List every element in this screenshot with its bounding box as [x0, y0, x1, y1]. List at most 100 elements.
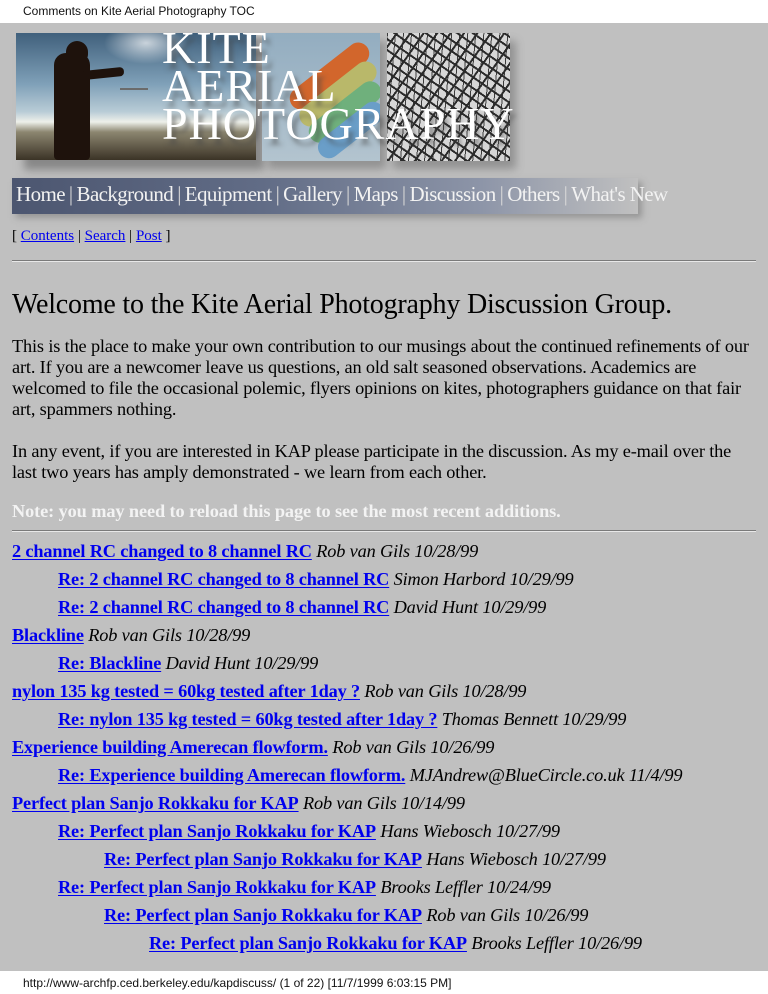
- thread-meta: Hans Wiebosch 10/27/99: [380, 821, 560, 841]
- nav-maps[interactable]: Maps: [354, 182, 399, 206]
- page-heading: Welcome to the Kite Aerial Photography D…: [12, 289, 672, 320]
- thread-author: Simon Harbord: [393, 569, 506, 589]
- thread-author: Rob van Gils: [364, 681, 459, 701]
- intro-paragraph: In any event, if you are interested in K…: [12, 441, 732, 482]
- nav-separator: |: [401, 182, 406, 206]
- thread-title-link[interactable]: Re: Blackline: [58, 653, 161, 673]
- thread-author: Rob van Gils: [302, 793, 397, 813]
- thread-title-link[interactable]: 2 channel RC changed to 8 channel RC: [12, 541, 312, 561]
- thread-meta: David Hunt 10/29/99: [166, 653, 319, 673]
- nav-background[interactable]: Background: [77, 182, 174, 206]
- thread-author: Rob van Gils: [332, 737, 426, 757]
- thread-reply: Re: Perfect plan Sanjo Rokkaku for KAP H…: [12, 820, 756, 848]
- thread-reply: Re: Experience building Amerecan flowfor…: [12, 764, 756, 792]
- thread-title-link[interactable]: nylon 135 kg tested = 60kg tested after …: [12, 681, 360, 701]
- thread-reply: Re: nylon 135 kg tested = 60kg tested af…: [12, 708, 756, 736]
- thread-title-link[interactable]: Experience building Amerecan flowform.: [12, 737, 328, 757]
- thread-author: Thomas Bennett: [441, 709, 558, 729]
- thread-date: 11/4/99: [628, 765, 683, 785]
- silhouette-rod: [120, 88, 148, 90]
- search-link[interactable]: Search: [85, 228, 126, 244]
- print-footer: http://www-archfp.ced.berkeley.edu/kapdi…: [0, 971, 768, 994]
- thread-title-link[interactable]: Perfect plan Sanjo Rokkaku for KAP: [12, 793, 299, 813]
- thread-author: David Hunt: [165, 653, 250, 673]
- thread-reply: Re: Perfect plan Sanjo Rokkaku for KAP H…: [12, 848, 756, 876]
- thread-date: 10/28/99: [414, 541, 479, 561]
- thread-meta: Rob van Gils 10/14/99: [303, 793, 465, 813]
- intro-paragraph: This is the place to make your own contr…: [12, 336, 749, 419]
- thread-meta: Rob van Gils 10/28/99: [316, 541, 478, 561]
- thread-author: Rob van Gils: [426, 905, 521, 925]
- thread-date: 10/26/99: [430, 737, 495, 757]
- link-separator: |: [77, 228, 81, 244]
- thread-topic: nylon 135 kg tested = 60kg tested after …: [12, 680, 756, 708]
- nav-separator: |: [68, 182, 73, 206]
- thread-date: 10/29/99: [482, 597, 547, 617]
- thread-date: 10/26/99: [524, 905, 589, 925]
- thread-title-link[interactable]: Re: Perfect plan Sanjo Rokkaku for KAP: [104, 849, 422, 869]
- nav-discussion[interactable]: Discussion: [409, 182, 496, 206]
- site-nav: Home | Background | Equipment | Gallery | Maps | D…: [12, 178, 668, 214]
- thread-title-link[interactable]: Re: Experience building Amerecan flowfor…: [58, 765, 405, 785]
- nav-equipment[interactable]: Equipment: [185, 182, 272, 206]
- nav-separator: |: [177, 182, 181, 206]
- thread-date: 10/26/99: [578, 933, 642, 953]
- thread-topic: Perfect plan Sanjo Rokkaku for KAP Rob v…: [12, 792, 756, 820]
- thread-author: Hans Wiebosch: [426, 849, 538, 869]
- thread-date: 10/24/99: [487, 877, 551, 897]
- page: KITE AERIAL PHOTOGRAPHY Home | Background |…: [0, 23, 768, 971]
- thread-reply: Re: Perfect plan Sanjo Rokkaku for KAP B…: [12, 876, 756, 904]
- thread-reply: Re: Perfect plan Sanjo Rokkaku for KAP R…: [12, 904, 756, 932]
- nav-whats-new[interactable]: What's New: [571, 182, 668, 206]
- thread-title-link[interactable]: Re: 2 channel RC changed to 8 channel RC: [58, 597, 389, 617]
- nav-separator: |: [499, 182, 504, 206]
- thread-date: 10/28/99: [462, 681, 527, 701]
- thread-meta: Rob van Gils 10/28/99: [364, 681, 526, 701]
- thread-meta: Simon Harbord 10/29/99: [394, 569, 574, 589]
- thread-meta: Rob van Gils 10/26/99: [426, 905, 588, 925]
- thread-list: 2 channel RC changed to 8 channel RC Rob…: [12, 540, 756, 960]
- thread-title-link[interactable]: Re: Perfect plan Sanjo Rokkaku for KAP: [58, 877, 376, 897]
- thread-author: Rob van Gils: [88, 625, 182, 645]
- thread-meta: Brooks Leffler 10/24/99: [380, 877, 551, 897]
- thread-date: 10/29/99: [254, 653, 319, 673]
- thread-date: 10/27/99: [496, 821, 560, 841]
- divider: [12, 260, 756, 262]
- thread-meta: MJAndrew@BlueCircle.co.uk 11/4/99: [410, 765, 683, 785]
- reload-note: Note: you may need to reload this page t…: [12, 501, 561, 521]
- post-link[interactable]: Post: [136, 228, 162, 244]
- nav-separator: |: [345, 182, 350, 206]
- thread-title-link[interactable]: Re: Perfect plan Sanjo Rokkaku for KAP: [58, 821, 376, 841]
- thread-title-link[interactable]: Blackline: [12, 625, 84, 645]
- thread-reply: Re: 2 channel RC changed to 8 channel RC…: [12, 568, 756, 596]
- thread-title-link[interactable]: Re: Perfect plan Sanjo Rokkaku for KAP: [149, 933, 467, 953]
- silhouette-body: [54, 53, 90, 160]
- thread-date: 10/27/99: [542, 849, 606, 869]
- nav-others[interactable]: Others: [507, 182, 560, 206]
- nav-gallery[interactable]: Gallery: [283, 182, 342, 206]
- thread-title-link[interactable]: Re: 2 channel RC changed to 8 channel RC: [58, 569, 389, 589]
- thread-author: Hans Wiebosch: [380, 821, 492, 841]
- divider: [12, 530, 756, 532]
- bracket-close: ]: [165, 228, 171, 244]
- thread-title-link[interactable]: Re: nylon 135 kg tested = 60kg tested af…: [58, 709, 438, 729]
- thread-date: 10/14/99: [401, 793, 465, 813]
- thread-title-link[interactable]: Re: Perfect plan Sanjo Rokkaku for KAP: [104, 905, 422, 925]
- nav-home[interactable]: Home: [16, 182, 66, 206]
- contents-link[interactable]: Contents: [21, 228, 74, 244]
- thread-reply: Re: 2 channel RC changed to 8 channel RC…: [12, 596, 756, 624]
- thread-reply: Re: Perfect plan Sanjo Rokkaku for KAP B…: [12, 932, 756, 960]
- thread-date: 10/29/99: [562, 709, 627, 729]
- nav-separator: |: [275, 182, 280, 206]
- thread-topic: Experience building Amerecan flowform. R…: [12, 736, 756, 764]
- thread-topic: 2 channel RC changed to 8 channel RC Rob…: [12, 540, 756, 568]
- nav-separator: |: [563, 182, 568, 206]
- thread-meta: Thomas Bennett 10/29/99: [441, 709, 627, 729]
- thread-reply: Re: Blackline David Hunt 10/29/99: [12, 652, 756, 680]
- thread-topic: Blackline Rob van Gils 10/28/99: [12, 624, 756, 652]
- site-banner: KITE AERIAL PHOTOGRAPHY Home | Background |…: [12, 25, 668, 221]
- thread-meta: David Hunt 10/29/99: [394, 597, 547, 617]
- link-separator: |: [129, 228, 133, 244]
- print-header: Comments on Kite Aerial Photography TOC: [0, 0, 768, 23]
- thread-author: MJAndrew@BlueCircle.co.uk: [409, 765, 625, 785]
